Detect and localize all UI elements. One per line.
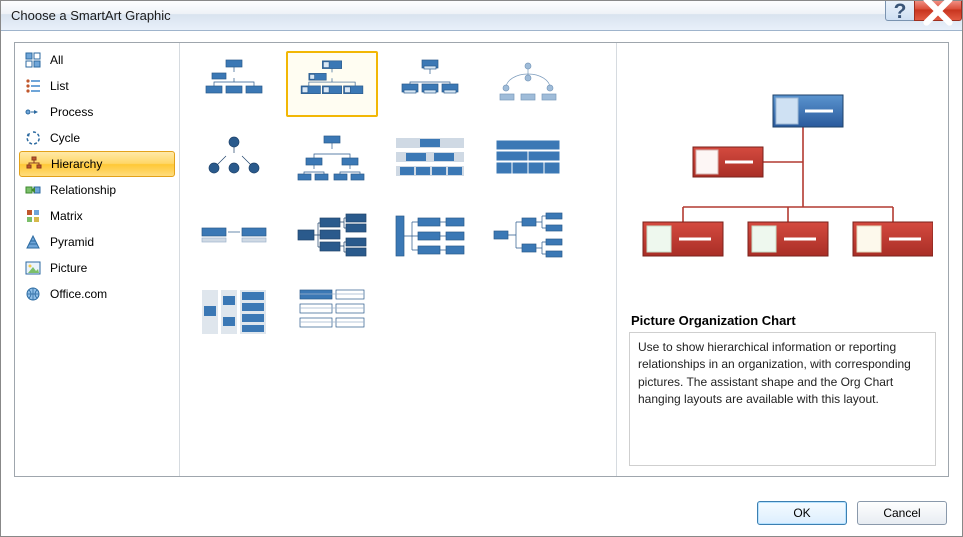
pyramid-icon: [25, 234, 41, 250]
matrix-icon: [25, 208, 41, 224]
category-label: Picture: [50, 261, 87, 275]
dialog-footer: OK Cancel: [757, 501, 947, 525]
relationship-icon: [25, 182, 41, 198]
layout-thumb[interactable]: [188, 127, 280, 193]
category-label: Hierarchy: [51, 157, 102, 171]
category-label: Relationship: [50, 183, 116, 197]
layout-thumb[interactable]: [188, 51, 280, 117]
layout-thumb[interactable]: [384, 51, 476, 117]
all-icon: [25, 52, 41, 68]
category-label: Process: [50, 105, 93, 119]
layout-thumb[interactable]: [384, 203, 476, 269]
category-picture[interactable]: Picture: [19, 255, 175, 281]
category-all[interactable]: All: [19, 47, 175, 73]
category-matrix[interactable]: Matrix: [19, 203, 175, 229]
layout-thumb[interactable]: [482, 127, 574, 193]
category-label: Pyramid: [50, 235, 94, 249]
layout-gallery: [180, 43, 616, 476]
category-relationship[interactable]: Relationship: [19, 177, 175, 203]
cancel-button[interactable]: Cancel: [857, 501, 947, 525]
category-list: All List Process Cycle Hierarchy Relatio…: [15, 43, 180, 476]
preview-description: Use to show hierarchical information or …: [629, 332, 936, 466]
layout-thumb[interactable]: [188, 203, 280, 269]
preview-image: [629, 57, 936, 307]
picture-icon: [25, 260, 41, 276]
layout-thumb[interactable]: [482, 51, 574, 117]
titlebar: Choose a SmartArt Graphic ?: [1, 1, 962, 31]
hierarchy-icon: [26, 156, 42, 172]
help-button[interactable]: ?: [885, 1, 915, 21]
category-cycle[interactable]: Cycle: [19, 125, 175, 151]
category-label: Office.com: [50, 287, 107, 301]
layout-thumb-selected[interactable]: [286, 51, 378, 117]
window-controls: ?: [886, 1, 962, 30]
category-label: Cycle: [50, 131, 80, 145]
layout-thumb[interactable]: [384, 127, 476, 193]
dialog-body: All List Process Cycle Hierarchy Relatio…: [14, 42, 949, 477]
process-icon: [25, 104, 41, 120]
category-list-item[interactable]: List: [19, 73, 175, 99]
preview-title: Picture Organization Chart: [631, 313, 936, 328]
category-label: All: [50, 53, 63, 67]
category-officecom[interactable]: Office.com: [19, 281, 175, 307]
close-button[interactable]: [914, 1, 962, 21]
category-process[interactable]: Process: [19, 99, 175, 125]
category-label: List: [50, 79, 69, 93]
category-hierarchy[interactable]: Hierarchy: [19, 151, 175, 177]
window-title: Choose a SmartArt Graphic: [11, 8, 886, 23]
category-label: Matrix: [50, 209, 83, 223]
ok-button[interactable]: OK: [757, 501, 847, 525]
category-pyramid[interactable]: Pyramid: [19, 229, 175, 255]
preview-pane: Picture Organization Chart Use to show h…: [616, 43, 948, 476]
layout-thumb[interactable]: [188, 279, 280, 345]
svg-text:?: ?: [894, 0, 907, 23]
cycle-icon: [25, 130, 41, 146]
globe-icon: [25, 286, 41, 302]
layout-thumb[interactable]: [286, 279, 378, 345]
layout-thumb[interactable]: [286, 203, 378, 269]
list-icon: [25, 78, 41, 94]
layout-thumb[interactable]: [286, 127, 378, 193]
layout-thumb[interactable]: [482, 203, 574, 269]
